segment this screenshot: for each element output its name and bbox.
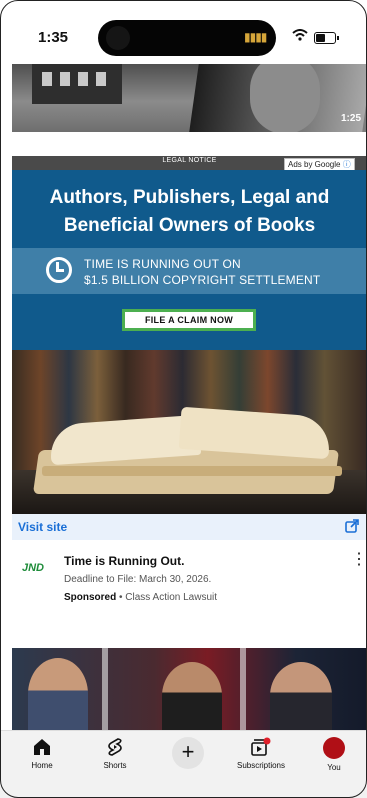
status-time: 1:35 — [38, 29, 69, 46]
avatar[interactable] — [323, 737, 345, 759]
ad-meta: Sponsored • Class Action Lawsuit — [64, 592, 217, 603]
external-link-icon[interactable] — [345, 519, 359, 533]
shorts-icon — [108, 738, 122, 756]
video-thumbnail-top[interactable]: 1:25 — [12, 64, 367, 132]
dynamic-island: ▮▮▮▮ — [98, 20, 276, 56]
band-line-1: TIME IS RUNNING OUT ON — [84, 257, 241, 271]
ad-subtitle: Deadline to File: March 30, 2026. — [64, 574, 212, 585]
headline-line-1: Authors, Publishers, Legal and — [49, 187, 330, 208]
ad-headline: Authors, Publishers, Legal and Beneficia… — [12, 184, 367, 240]
nav-home[interactable]: Home — [10, 737, 74, 770]
advertiser-logo: JND — [22, 562, 45, 574]
nav-you[interactable]: You — [302, 737, 366, 772]
sponsored-label: Sponsored — [64, 592, 117, 603]
audio-wave-icon: ▮▮▮▮ — [244, 30, 267, 44]
video-duration: 1:25 — [340, 113, 361, 124]
info-icon[interactable]: ⓘ — [343, 160, 351, 169]
band-line-2: $1.5 BILLION COPYRIGHT SETTLEMENT — [84, 273, 321, 287]
visit-site-bar[interactable]: Visit site — [12, 514, 367, 540]
nav-subscriptions-label: Subscriptions — [236, 761, 286, 770]
home-icon — [34, 739, 50, 755]
nav-subscriptions[interactable]: Subscriptions — [229, 737, 293, 770]
headline-line-2: Beneficial Owners of Books — [63, 215, 316, 236]
ad-books-image[interactable] — [12, 350, 367, 514]
nav-create[interactable]: + — [156, 737, 220, 773]
deadline-text: TIME IS RUNNING OUT ON $1.5 BILLION COPY… — [84, 256, 320, 288]
create-plus-icon[interactable]: + — [172, 737, 204, 769]
nav-you-label: You — [327, 763, 341, 772]
file-claim-button[interactable]: FILE A CLAIM NOW — [122, 309, 256, 331]
status-bar: 1:35 ▮▮▮▮ — [0, 0, 367, 64]
video-thumbnail-bottom[interactable] — [12, 648, 367, 730]
camera-icon — [106, 26, 130, 50]
ads-by-label: Ads by Google — [288, 160, 341, 169]
visit-site-link[interactable]: Visit site — [18, 520, 67, 534]
subscriptions-icon — [251, 737, 271, 756]
more-options-icon[interactable]: ⋮ — [351, 552, 367, 572]
wifi-icon — [292, 28, 308, 44]
ad-title[interactable]: Time is Running Out. — [64, 554, 184, 568]
deadline-band: TIME IS RUNNING OUT ON $1.5 BILLION COPY… — [12, 248, 367, 294]
nav-shorts[interactable]: Shorts — [83, 737, 147, 770]
nav-shorts-label: Shorts — [103, 761, 127, 770]
nav-home-label: Home — [31, 761, 53, 770]
ad-banner[interactable]: Authors, Publishers, Legal and Beneficia… — [12, 170, 367, 350]
bottom-nav: Home Shorts + Subscriptions You — [0, 730, 367, 798]
phone-screen: 1:35 ▮▮▮▮ 1:25 LEGAL NOTICE Ads by Googl… — [0, 0, 367, 798]
battery-icon — [314, 32, 339, 44]
ad-info-card[interactable]: JND Time is Running Out. Deadline to Fil… — [12, 540, 367, 648]
advertiser-name: • Class Action Lawsuit — [119, 592, 218, 603]
